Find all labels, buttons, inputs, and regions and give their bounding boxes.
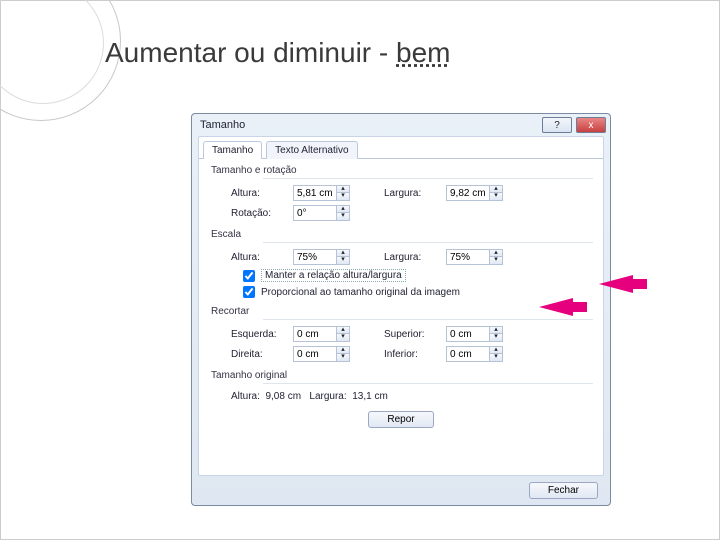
dialog-title: Tamanho	[200, 119, 245, 131]
orig-height-value: 9,08 cm	[265, 391, 301, 402]
orig-height-label: Altura:	[231, 391, 260, 402]
crop-top-input[interactable]	[447, 327, 489, 341]
scale-width-spinner[interactable]: ▴▾	[446, 249, 503, 265]
help-button[interactable]: ?	[542, 117, 572, 133]
spin-down-icon[interactable]: ▾	[337, 193, 349, 200]
divider	[263, 178, 593, 179]
section-size-rotation: Tamanho e rotação	[199, 159, 603, 178]
label-top: Superior:	[384, 329, 440, 340]
slide-title-emph: bem	[396, 37, 450, 68]
spin-down-icon[interactable]: ▾	[337, 213, 349, 220]
original-size-row: Altura: 9,08 cm Largura: 13,1 cm	[199, 388, 603, 405]
label-scale-height: Altura:	[231, 252, 287, 263]
titlebar-buttons: ? x	[542, 117, 606, 133]
section-original-size: Tamanho original	[199, 364, 603, 383]
divider	[263, 319, 593, 320]
spin-down-icon[interactable]: ▾	[337, 354, 349, 361]
callout-arrow-icon	[539, 298, 573, 316]
label-width: Largura:	[384, 188, 440, 199]
lock-aspect-label: Manter a relação altura/largura	[261, 269, 406, 282]
divider	[263, 383, 593, 384]
scale-height-spinner[interactable]: ▴▾	[293, 249, 350, 265]
scale-height-input[interactable]	[294, 250, 336, 264]
label-rotation: Rotação:	[231, 208, 287, 219]
spin-down-icon[interactable]: ▾	[490, 334, 502, 341]
crop-right-spinner[interactable]: ▴▾	[293, 346, 350, 362]
reset-button[interactable]: Repor	[368, 411, 433, 428]
proportional-label: Proporcional ao tamanho original da imag…	[261, 287, 460, 298]
width-spinner[interactable]: ▴▾	[446, 185, 503, 201]
slide-corner-decoration	[0, 0, 121, 121]
lock-aspect-checkbox[interactable]	[243, 270, 255, 282]
section-scale: Escala	[199, 223, 603, 242]
callout-arrow-icon	[599, 275, 633, 293]
spin-down-icon[interactable]: ▾	[337, 334, 349, 341]
slide-title: Aumentar ou diminuir - bem	[105, 37, 450, 69]
orig-width-label: Largura:	[309, 391, 346, 402]
tabs: Tamanho Texto Alternativo	[199, 141, 603, 159]
tab-alt-text[interactable]: Texto Alternativo	[266, 141, 357, 159]
width-input[interactable]	[447, 186, 489, 200]
label-scale-width: Largura:	[384, 252, 440, 263]
height-spinner[interactable]: ▴▾	[293, 185, 350, 201]
check-lock-aspect[interactable]: Manter a relação altura/largura	[199, 267, 603, 284]
tab-size[interactable]: Tamanho	[203, 141, 262, 159]
scale-width-input[interactable]	[447, 250, 489, 264]
label-bottom: Inferior:	[384, 349, 440, 360]
rotation-input[interactable]	[294, 206, 336, 220]
dialog-body: Tamanho Texto Alternativo Tamanho e rota…	[198, 136, 604, 476]
crop-left-input[interactable]	[294, 327, 336, 341]
size-dialog: Tamanho ? x Tamanho Texto Alternativo Ta…	[191, 113, 611, 506]
rotation-spinner[interactable]: ▴▾	[293, 205, 350, 221]
label-height: Altura:	[231, 188, 287, 199]
spin-down-icon[interactable]: ▾	[337, 257, 349, 264]
close-button[interactable]: x	[576, 117, 606, 133]
orig-width-value: 13,1 cm	[352, 391, 388, 402]
divider	[263, 242, 593, 243]
close-dialog-button[interactable]: Fechar	[529, 482, 598, 499]
spin-down-icon[interactable]: ▾	[490, 354, 502, 361]
proportional-checkbox[interactable]	[243, 286, 255, 298]
label-right: Direita:	[231, 349, 287, 360]
label-left: Esquerda:	[231, 329, 287, 340]
crop-bottom-spinner[interactable]: ▴▾	[446, 346, 503, 362]
crop-bottom-input[interactable]	[447, 347, 489, 361]
slide-title-prefix: Aumentar ou diminuir -	[105, 37, 396, 68]
dialog-titlebar: Tamanho ? x	[192, 114, 610, 136]
spin-down-icon[interactable]: ▾	[490, 257, 502, 264]
crop-right-input[interactable]	[294, 347, 336, 361]
crop-top-spinner[interactable]: ▴▾	[446, 326, 503, 342]
spin-down-icon[interactable]: ▾	[490, 193, 502, 200]
crop-left-spinner[interactable]: ▴▾	[293, 326, 350, 342]
height-input[interactable]	[294, 186, 336, 200]
